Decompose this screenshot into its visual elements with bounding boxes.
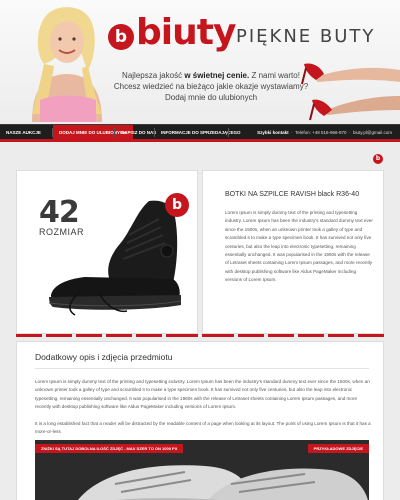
- model-photo: [32, 7, 102, 122]
- contact-email[interactable]: biuty.pl@gmail.com: [353, 130, 392, 135]
- quick-contact-label: Szybki kontakt: [257, 130, 289, 135]
- nav-accent-strip: [0, 139, 400, 142]
- contact-phone[interactable]: Telefon: +48 516-966-970: [295, 130, 346, 135]
- photo-label: PRZYKŁADOWE ZDJĘCIE: [307, 444, 369, 453]
- main-navigation: NASZE AUKCJE DODAJ MNIE DO ULUBIONYCH NA…: [0, 124, 400, 140]
- separator-dash: [16, 334, 42, 337]
- logo-tagline: PIĘKNE BUTY: [236, 26, 376, 47]
- header-slogan: Najlepsza jakość w świetnej cenie. Z nam…: [108, 70, 314, 103]
- section-title: Dodatkowy opis i zdjęcia przedmiotu: [35, 352, 173, 362]
- product-logo-badge: b: [165, 193, 189, 217]
- additional-description-section: Dodatkowy opis i zdjęcia przedmiotu Lore…: [16, 341, 384, 500]
- nav-item-seller-info[interactable]: INFORMACJE DO SPRZEDAJĄCEGO: [155, 125, 247, 140]
- separator-dash: [106, 334, 132, 337]
- slogan-after: Z nami warto!: [251, 71, 300, 80]
- size-number: 42: [39, 195, 80, 230]
- photo-banner: ZNIŻKI SĄ TUTAJ DOBOLNA ILOŚĆ ZDJĘĆ - MA…: [35, 444, 184, 453]
- header: b biuty PIĘKNE BUTY Najlepsza jakość w ś…: [0, 0, 400, 124]
- sample-photo: ZNIŻKI SĄ TUTAJ DOBOLNA ILOŚĆ ZDJĘĆ - MA…: [35, 440, 369, 500]
- separator-dash: [238, 334, 264, 337]
- description-paragraph-1: Lorem Ipsum is simply dummy text of the …: [35, 379, 370, 410]
- separator-dash: [76, 334, 102, 337]
- quick-contact: Szybki kontakt · Telefon: +48 516-966-97…: [257, 130, 392, 135]
- separator-dash: [268, 334, 294, 337]
- separator-dash: [136, 334, 162, 337]
- product-description: Lorem Ipsum is simply dummy text of the …: [225, 210, 373, 283]
- corner-logo-badge[interactable]: b: [373, 154, 383, 164]
- separator-dash: [328, 334, 354, 337]
- separator-dash: [202, 334, 234, 337]
- nav-item-auctions[interactable]: NASZE AUKCJE: [0, 125, 47, 140]
- slogan-line-1: Najlepsza jakość w świetnej cenie. Z nam…: [108, 70, 314, 81]
- product-info-panel: BOTKI NA SZPILCE RAVISH black R36-40 Lor…: [202, 170, 384, 334]
- title-divider: [35, 368, 369, 369]
- logo-wordmark: biuty: [136, 12, 236, 53]
- nav-divider: [228, 128, 229, 137]
- separator-dash: [298, 334, 324, 337]
- separator-dash: [166, 334, 198, 337]
- product-image-panel: 42 ROZMIAR b: [16, 170, 198, 334]
- slogan-bold: w świetnej cenie.: [184, 71, 250, 80]
- slogan-before: Najlepsza jakość: [122, 71, 183, 80]
- product-title: BOTKI NA SZPILCE RAVISH black R36-40: [225, 191, 360, 198]
- size-label: ROZMIAR: [39, 227, 84, 237]
- slogan-line-3: Dodaj mnie do ulubionych: [164, 93, 258, 102]
- logo-badge: b: [108, 24, 134, 50]
- description-paragraph-2: It is a long established fact that a rea…: [35, 421, 371, 435]
- separator-dash: [46, 334, 72, 337]
- slogan-line-2: Chcesz wiedzieć na bieżąco jakie okazje …: [113, 82, 309, 91]
- separator-dash: [358, 334, 384, 337]
- legs-heels-photo: [301, 63, 400, 121]
